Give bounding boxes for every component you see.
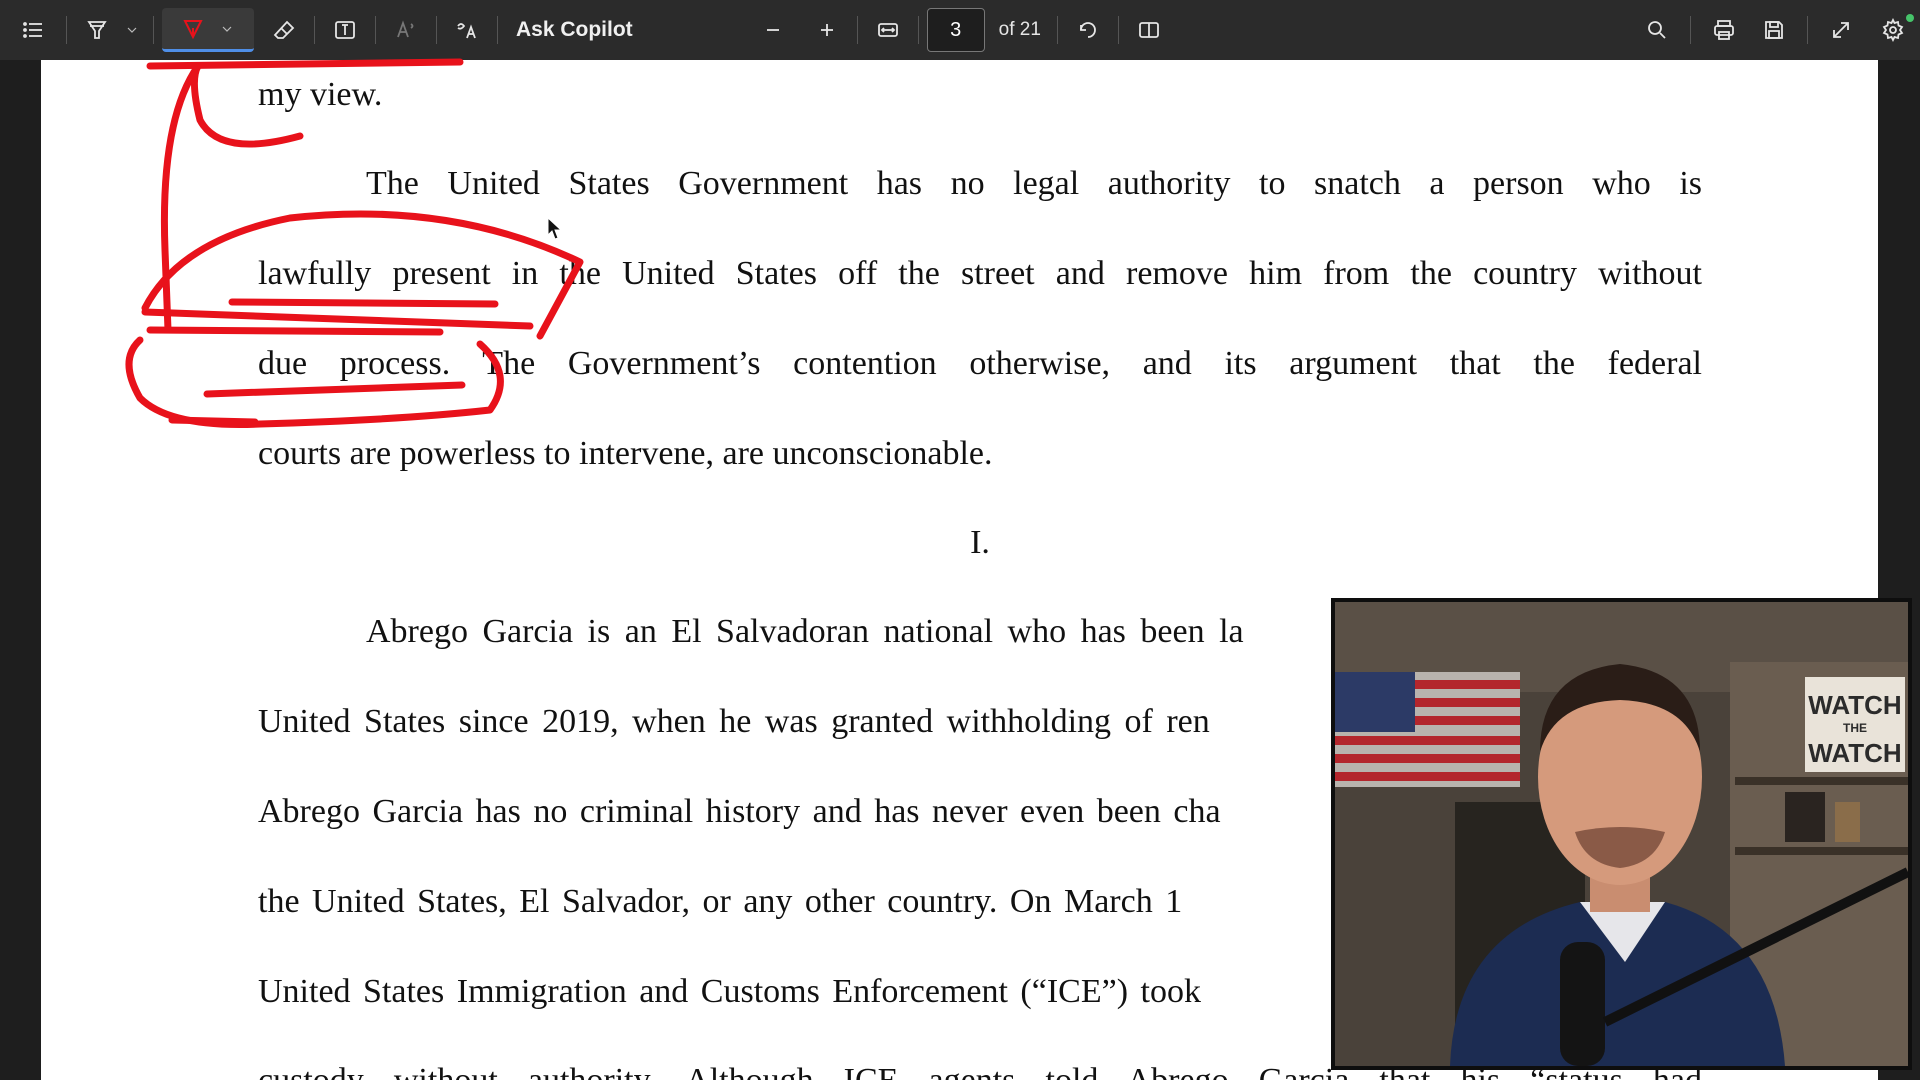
page-view-icon [1139, 22, 1159, 38]
add-text-button[interactable] [323, 8, 367, 52]
print-icon [1714, 20, 1734, 40]
status-dot [1906, 14, 1914, 22]
page-view-button[interactable] [1127, 8, 1171, 52]
zoom-out-button[interactable] [751, 8, 795, 52]
chevron-down-icon[interactable] [219, 21, 235, 37]
toolbar-divider [314, 16, 315, 44]
toolbar-divider [66, 16, 67, 44]
page-number-input[interactable]: 3 [926, 8, 985, 52]
read-aloud-button[interactable] [384, 8, 428, 52]
zoom-in-icon [820, 24, 833, 36]
toolbar-divider [497, 16, 498, 44]
fit-width-button[interactable] [866, 8, 910, 52]
save-icon [1765, 21, 1783, 39]
fullscreen-button[interactable] [1816, 8, 1866, 52]
highlight-button[interactable] [75, 8, 119, 52]
text-line: courts are powerless to intervene, are u… [258, 435, 993, 472]
list-icon [23, 22, 42, 38]
pen-icon [183, 19, 203, 39]
sign-text: WATCH [1808, 690, 1901, 720]
zoom-out-icon [766, 29, 779, 31]
highlight-options-dropdown[interactable] [119, 8, 145, 52]
rotate-icon [1080, 22, 1096, 38]
zoom-in-button[interactable] [805, 8, 849, 52]
highlighter-icon [87, 21, 107, 39]
settings-icon [1882, 18, 1904, 42]
chevron-down-icon [127, 27, 137, 33]
mouse-cursor-icon [547, 217, 563, 240]
sign-text: THE [1843, 721, 1867, 735]
toolbar-divider [1807, 16, 1808, 44]
toolbar-divider [1690, 16, 1691, 44]
read-aloud-icon [397, 20, 414, 38]
pdf-toolbar: Ask Copilot 3 of 21 [0, 0, 1920, 60]
toolbar-divider [1056, 16, 1058, 44]
settings-button[interactable] [1866, 8, 1920, 52]
fit-width-icon [877, 23, 898, 37]
save-button[interactable] [1749, 8, 1799, 52]
flag [1335, 672, 1520, 787]
presenter-video: WATCH THE WATCH [1335, 602, 1908, 1066]
translate-icon [457, 23, 476, 39]
text-line: The United States Government has no lega… [366, 165, 1702, 202]
translate-button[interactable] [445, 8, 489, 52]
find-button[interactable] [1632, 8, 1682, 52]
text-box-icon [335, 21, 355, 39]
toolbar-divider [436, 16, 437, 44]
erase-button[interactable] [262, 8, 306, 52]
print-button[interactable] [1699, 8, 1749, 52]
page-count: of 21 [998, 19, 1041, 40]
text-line: due process. The Government’s contention… [258, 345, 1702, 382]
section-heading: I. [970, 524, 990, 561]
contents-button[interactable] [8, 8, 58, 52]
text-line: lawfully present in the United States of… [258, 255, 1702, 292]
ask-copilot-button[interactable]: Ask Copilot [506, 8, 643, 52]
toolbar-divider [153, 16, 154, 44]
toolbar-divider [856, 16, 858, 44]
fullscreen-icon [1833, 22, 1849, 38]
webcam-overlay: WATCH THE WATCH [1331, 598, 1912, 1070]
toolbar-divider [375, 16, 376, 44]
toolbar-right-group [1632, 0, 1920, 60]
search-icon [1648, 21, 1666, 39]
toolbar-divider [1117, 16, 1119, 44]
toolbar-divider [917, 16, 919, 44]
sign-text: WATCH [1808, 738, 1901, 768]
draw-button[interactable] [162, 8, 254, 52]
eraser-icon [273, 20, 295, 39]
rotate-button[interactable] [1066, 8, 1110, 52]
text-line: my view. [258, 76, 383, 113]
